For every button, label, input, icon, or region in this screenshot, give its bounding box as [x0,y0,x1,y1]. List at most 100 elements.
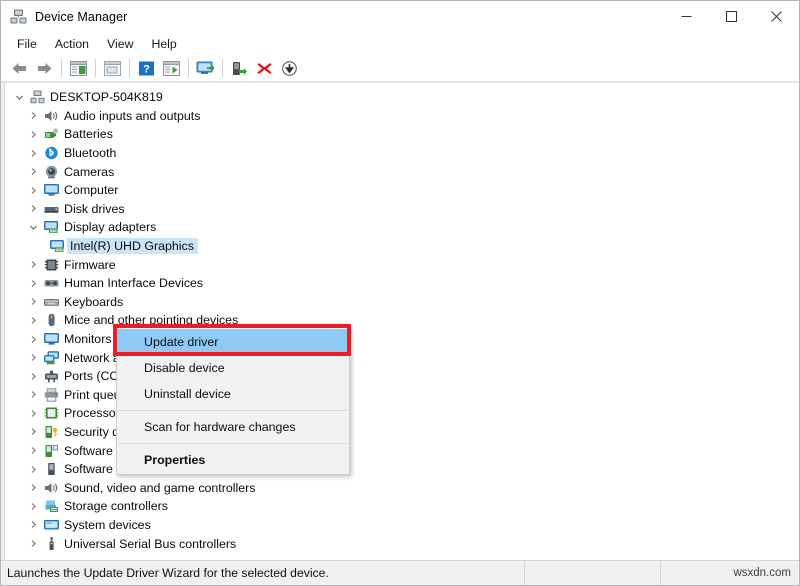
window-title: Device Manager [35,9,128,24]
system-device-icon [41,518,61,532]
computer-root-icon [27,90,47,104]
tree-row-root[interactable]: DESKTOP-504K819 [5,88,799,107]
display-adapter-icon [47,239,67,253]
tree-root-label: DESKTOP-504K819 [50,90,163,105]
tree-row-display-adapters[interactable]: Display adapters [5,218,799,237]
toolbar-separator [129,59,130,77]
chevron-right-icon[interactable] [25,167,41,176]
tree-row-universal-serial-bus-controllers[interactable]: Universal Serial Bus controllers [5,534,799,553]
help-icon[interactable]: ? [134,56,159,80]
tree-item-label: System devices [64,517,151,532]
menu-view[interactable]: View [99,35,141,54]
context-menu-item-update-driver[interactable]: Update driver [117,329,349,355]
svg-text:?: ? [143,63,150,75]
enable-device-icon[interactable] [227,56,252,80]
menu-action[interactable]: Action [47,35,97,54]
tree-item-label: Human Interface Devices [64,276,204,291]
tree-item-label: Monitors [64,332,112,347]
show-hide-console-tree-icon[interactable] [66,56,91,80]
chevron-right-icon[interactable] [25,409,41,418]
tree-row-storage-controllers[interactable]: Storage controllers [5,497,799,516]
title-bar-left: Device Manager [1,9,127,24]
maximize-button[interactable] [709,1,754,32]
context-menu-item-disable-device[interactable]: Disable device [117,355,349,381]
chevron-right-icon[interactable] [25,204,41,213]
properties-icon[interactable] [100,56,125,80]
chevron-right-icon[interactable] [25,353,41,362]
menu-bar: File Action View Help [1,33,799,55]
window-controls [664,1,799,32]
chevron-right-icon[interactable] [25,260,41,269]
menu-help[interactable]: Help [143,35,184,54]
tree-item-label: Universal Serial Bus controllers [64,536,237,551]
chevron-down-icon[interactable] [25,223,41,232]
bluetooth-icon [41,146,61,160]
tree-row-firmware[interactable]: Firmware [5,255,799,274]
tree-item-label: Intel(R) UHD Graphics [67,238,198,255]
tree-item-label: Batteries [64,127,113,142]
context-menu-item-scan-for-hardware-changes[interactable]: Scan for hardware changes [117,414,349,440]
device-manager-window: Device Manager File Action View Help ? D… [0,0,800,586]
chevron-right-icon[interactable] [25,279,41,288]
chevron-right-icon[interactable] [25,502,41,511]
keyboard-icon [41,295,61,309]
display-adapter-icon [41,220,61,234]
speaker-icon [41,109,61,123]
title-bar: Device Manager [1,1,799,33]
tree-row-system-devices[interactable]: System devices [5,516,799,535]
disk-drive-icon [41,202,61,216]
toolbar-separator [61,59,62,77]
forward-icon[interactable] [32,56,57,80]
chevron-right-icon[interactable] [25,483,41,492]
chevron-right-icon[interactable] [25,465,41,474]
context-menu: Update driver Disable device Uninstall d… [116,327,350,475]
tree-row-sound-video-and-game-controllers[interactable]: Sound, video and game controllers [5,478,799,497]
chevron-right-icon[interactable] [25,316,41,325]
disable-device-icon[interactable] [277,56,302,80]
tree-row-intel-uhd-graphics[interactable]: Intel(R) UHD Graphics [5,237,799,256]
status-message: Launches the Update Driver Wizard for th… [7,566,329,580]
chevron-right-icon[interactable] [25,446,41,455]
chevron-right-icon[interactable] [25,149,41,158]
chevron-right-icon[interactable] [25,130,41,139]
menu-file[interactable]: File [9,35,45,54]
close-button[interactable] [754,1,799,32]
tree-row-human-interface-devices[interactable]: Human Interface Devices [5,274,799,293]
status-divider [524,561,525,585]
watermark: wsxdn.com [733,567,791,579]
chevron-right-icon[interactable] [25,297,41,306]
chevron-right-icon[interactable] [25,390,41,399]
tree-item-label: Keyboards [64,294,124,309]
tree-row-disk-drives[interactable]: Disk drives [5,200,799,219]
back-icon[interactable] [7,56,32,80]
tree-row-cameras[interactable]: Cameras [5,162,799,181]
chevron-right-icon[interactable] [25,539,41,548]
chevron-right-icon[interactable] [25,111,41,120]
toolbar-separator [222,59,223,77]
tree-item-label: Mice and other pointing devices [64,313,239,328]
tree-row-batteries[interactable]: Batteries [5,125,799,144]
tree-row-bluetooth[interactable]: Bluetooth [5,144,799,163]
minimize-button[interactable] [664,1,709,32]
context-menu-item-uninstall-device[interactable]: Uninstall device [117,381,349,407]
tree-row-audio-inputs-and-outputs[interactable]: Audio inputs and outputs [5,107,799,126]
chevron-right-icon[interactable] [25,186,41,195]
context-menu-separator [118,443,348,444]
chevron-right-icon[interactable] [25,335,41,344]
scan-for-hardware-changes-icon[interactable] [193,56,218,80]
tree-row-keyboards[interactable]: Keyboards [5,293,799,312]
chevron-right-icon[interactable] [25,372,41,381]
chevron-right-icon[interactable] [25,520,41,529]
tree-item-label: Computer [64,183,119,198]
chevron-down-icon[interactable] [11,93,27,102]
toolbar: ? [1,55,799,82]
update-driver-icon[interactable] [159,56,184,80]
tree-item-label: Display adapters [64,220,157,235]
tree-row-computer[interactable]: Computer [5,181,799,200]
camera-icon [41,165,61,179]
tree-item-label: Storage controllers [64,499,168,514]
uninstall-device-icon[interactable] [252,56,277,80]
chevron-right-icon[interactable] [25,427,41,436]
device-manager-icon [10,9,27,24]
context-menu-item-properties[interactable]: Properties [117,447,349,473]
